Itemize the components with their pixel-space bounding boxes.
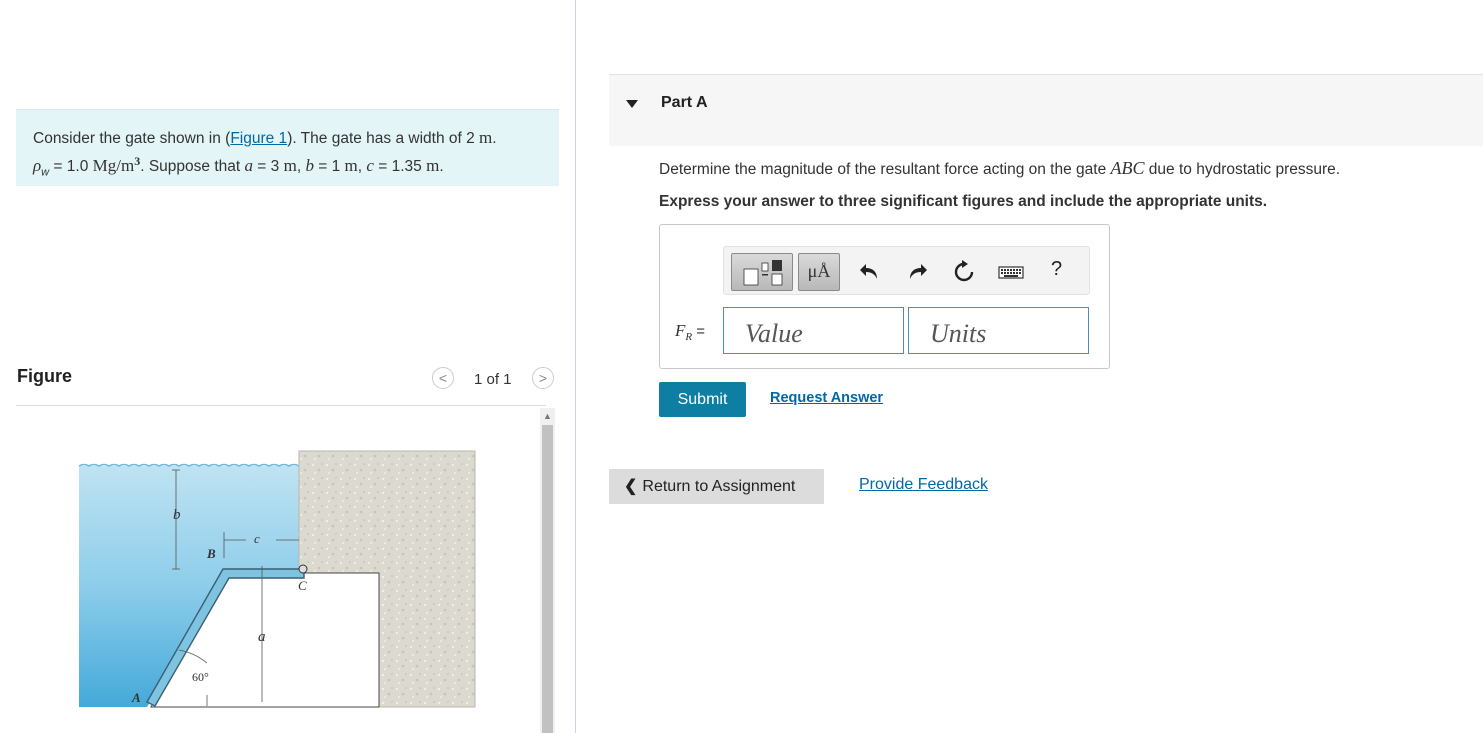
var-a: a <box>244 156 254 176</box>
templates-icon <box>743 260 783 286</box>
label-A: A <box>131 690 141 705</box>
var-b: b <box>305 156 314 176</box>
problem-text: . <box>492 130 497 147</box>
question-var: ABC <box>1110 158 1145 178</box>
part-a-header[interactable]: Part A <box>609 74 1483 146</box>
scroll-up-arrow-icon[interactable]: ▲ <box>540 408 555 424</box>
reset-icon[interactable] <box>951 259 977 285</box>
answer-label-eq: = <box>692 323 706 340</box>
provide-feedback-link[interactable]: Provide Feedback <box>859 476 988 494</box>
problem-text: ). The gate has a width of 2 <box>287 130 480 147</box>
units-input[interactable] <box>908 307 1089 354</box>
instruction-text: Express your answer to three significant… <box>659 193 1268 210</box>
var-c: c <box>366 156 374 176</box>
label-B: B <box>206 546 216 561</box>
problem-text: . <box>439 158 444 176</box>
keyboard-icon[interactable] <box>998 259 1024 285</box>
templates-button[interactable] <box>731 253 793 291</box>
return-label: Return to Assignment <box>642 478 796 495</box>
undo-icon[interactable] <box>857 259 883 285</box>
label-a: a <box>258 629 266 645</box>
water-surface <box>78 463 300 467</box>
unit-m: m <box>426 156 440 176</box>
problem-text: Consider the gate shown in ( <box>33 130 231 147</box>
help-button[interactable]: ? <box>1051 258 1062 281</box>
figure-prev-button[interactable]: < <box>432 367 454 389</box>
return-to-assignment-button[interactable]: ❮ Return to Assignment <box>609 469 824 504</box>
figure-title: Figure <box>17 366 73 386</box>
question-suffix: due to hydrostatic pressure. <box>1144 161 1341 178</box>
answer-label-main: F <box>675 321 686 340</box>
unit-m: m <box>479 128 493 147</box>
problem-line-2: ρw = 1.0 Mg/m3. Suppose that a = 3 m, b … <box>33 154 444 179</box>
unit-m: m <box>344 156 358 176</box>
c-value: = 1.35 <box>373 158 427 176</box>
label-C: C <box>298 578 307 593</box>
panel-divider <box>575 0 576 733</box>
b-value: = 1 <box>313 158 345 176</box>
math-toolbar: μÅ ? <box>723 246 1090 295</box>
request-answer-link[interactable]: Request Answer <box>770 390 883 406</box>
units-symbol-button[interactable]: μÅ <box>798 253 840 291</box>
rho-value: = 1.0 <box>49 158 93 176</box>
figure-link[interactable]: Figure 1 <box>230 130 287 147</box>
problem-statement: Consider the gate shown in (Figure 1). T… <box>16 109 559 186</box>
figure-next-button[interactable]: > <box>532 367 554 389</box>
answer-box: μÅ ? FR = <box>659 224 1110 369</box>
gate-figure: b c B C a A 60° <box>78 450 476 708</box>
caret-down-icon[interactable] <box>626 100 638 108</box>
value-input[interactable] <box>723 307 904 354</box>
submit-button[interactable]: Submit <box>659 382 746 417</box>
problem-line-1: Consider the gate shown in (Figure 1). T… <box>33 127 559 150</box>
label-c: c <box>254 531 260 546</box>
rho-unit: Mg/m <box>92 156 135 176</box>
redo-icon[interactable] <box>904 259 930 285</box>
problem-text: . Suppose that <box>140 158 245 176</box>
chevron-left-icon: < <box>438 370 448 386</box>
unit-m: m <box>283 156 297 176</box>
question-prefix: Determine the magnitude of the resultant… <box>659 161 1111 178</box>
rho-symbol: ρ <box>33 156 42 176</box>
hinge-c <box>298 564 308 574</box>
rho-subscript: w <box>41 166 50 179</box>
label-angle: 60° <box>192 670 209 684</box>
answer-label: FR = <box>675 321 705 343</box>
chevron-left-icon: ❮ <box>624 478 638 495</box>
figure-counter: 1 of 1 <box>474 371 512 388</box>
scrollbar-thumb[interactable] <box>542 425 553 733</box>
label-b: b <box>173 507 181 523</box>
chevron-right-icon: > <box>538 370 548 386</box>
part-title: Part A <box>661 94 708 111</box>
a-value: = 3 <box>253 158 284 176</box>
question-text: Determine the magnitude of the resultant… <box>659 158 1340 179</box>
